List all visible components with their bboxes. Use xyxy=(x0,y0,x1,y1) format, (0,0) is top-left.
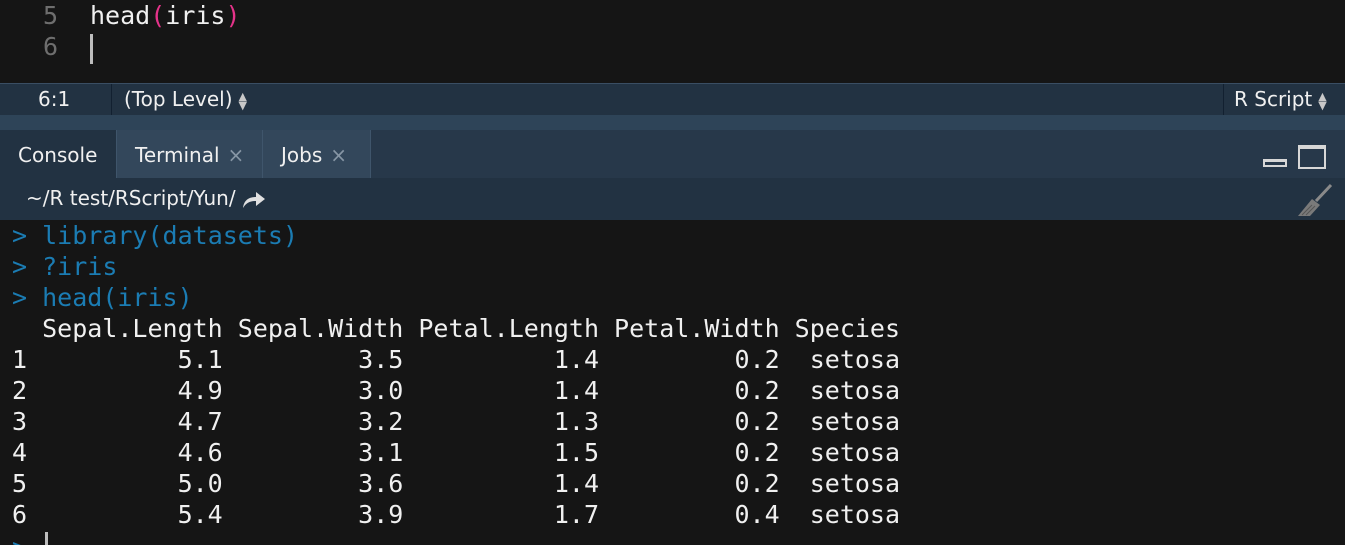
file-type-selector[interactable]: R Script ▲ ▼ xyxy=(1223,84,1345,115)
open-paren: ( xyxy=(150,1,166,30)
editor-status-bar: 6:1 (Top Level) ▲ ▼ R Script ▲ ▼ xyxy=(0,83,1345,115)
file-type-label: R Script xyxy=(1234,87,1313,111)
console-pane-tabbar: Console Terminal × Jobs × xyxy=(0,130,1345,178)
table-row: 1 5.1 3.5 1.4 0.2 setosa xyxy=(12,345,901,374)
editor-text-cursor xyxy=(90,34,93,64)
command-text: head(iris) xyxy=(42,283,193,312)
maximize-icon[interactable] xyxy=(1298,145,1326,169)
line-number: 6 xyxy=(42,32,58,61)
prompt-symbol: > xyxy=(12,221,28,250)
tab-label: Jobs xyxy=(281,143,323,167)
line-number: 5 xyxy=(42,1,58,30)
prompt-symbol: > xyxy=(12,283,28,312)
cursor-position: 6:1 xyxy=(0,84,112,115)
close-icon[interactable]: × xyxy=(228,143,245,167)
table-row: 4 4.6 3.1 1.5 0.2 setosa xyxy=(12,438,901,467)
working-directory-bar: ~/R test/RScript/Yun/ xyxy=(0,178,1345,220)
source-editor[interactable]: 5 6 head(iris) xyxy=(0,0,1345,83)
scope-selector[interactable]: (Top Level) ▲ ▼ xyxy=(112,84,362,115)
console-input-prompt[interactable]: > xyxy=(12,532,27,545)
updown-arrows-icon: ▲ ▼ xyxy=(238,89,247,112)
console-command-line: > head(iris) xyxy=(12,282,193,313)
close-icon[interactable]: × xyxy=(330,143,347,167)
console-command-line: > ?iris xyxy=(12,251,117,282)
line-number-gutter: 5 6 xyxy=(0,0,86,83)
working-directory-path: ~/R test/RScript/Yun/ xyxy=(26,186,236,210)
console-command-line: > library(datasets) xyxy=(12,220,298,251)
tab-jobs[interactable]: Jobs × xyxy=(263,130,371,178)
table-header: Sepal.Length Sepal.Width Petal.Length Pe… xyxy=(12,314,901,343)
function-name: head xyxy=(90,1,151,30)
code-line[interactable]: head(iris) xyxy=(90,0,241,31)
minimize-icon[interactable] xyxy=(1263,159,1287,167)
tab-label: Console xyxy=(18,143,98,167)
command-text: library(datasets) xyxy=(42,221,298,250)
clear-console-broom-icon[interactable] xyxy=(1296,183,1334,217)
updown-arrows-icon: ▲ ▼ xyxy=(1318,89,1327,112)
close-paren: ) xyxy=(225,1,241,30)
goto-directory-icon[interactable] xyxy=(241,190,267,210)
tab-label: Terminal xyxy=(135,143,220,167)
function-argument: iris xyxy=(165,1,226,30)
table-row: 6 5.4 3.9 1.7 0.4 setosa xyxy=(12,500,901,529)
scope-label: (Top Level) xyxy=(124,87,233,111)
command-text: ?iris xyxy=(42,252,118,281)
tab-console[interactable]: Console xyxy=(0,130,117,178)
pane-splitter[interactable] xyxy=(0,115,1345,130)
tab-terminal[interactable]: Terminal × xyxy=(117,130,263,178)
console-text-cursor xyxy=(45,532,48,545)
table-row: 2 4.9 3.0 1.4 0.2 setosa xyxy=(12,376,901,405)
rstudio-window: 5 6 head(iris) 6:1 (Top Level) ▲ ▼ R Scrip… xyxy=(0,0,1345,545)
console-output[interactable]: > library(datasets) > ?iris > head(iris)… xyxy=(0,220,1345,545)
table-row: 3 4.7 3.2 1.3 0.2 setosa xyxy=(12,407,901,436)
table-row: 5 5.0 3.6 1.4 0.2 setosa xyxy=(12,469,901,498)
prompt-symbol: > xyxy=(12,252,28,281)
